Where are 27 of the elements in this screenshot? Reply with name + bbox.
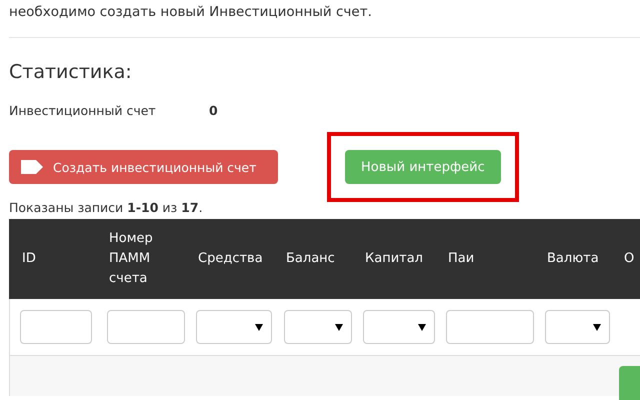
- column-header: Баланс: [286, 251, 335, 266]
- filter-input[interactable]: [20, 310, 92, 344]
- filter-input[interactable]: [107, 310, 185, 344]
- caret-icon: [593, 324, 601, 331]
- records-summary: Показаны записи 1-10 из 17.: [9, 199, 204, 217]
- new-interface-button[interactable]: Новый интерфейс: [345, 150, 501, 184]
- caret-icon: [335, 324, 343, 331]
- column-header: Капитал: [365, 251, 423, 266]
- caret-icon: [418, 324, 426, 331]
- create-account-button[interactable]: Создать инвестиционный счет: [9, 150, 278, 184]
- column-header: Номер ПАММ счета: [109, 231, 153, 286]
- intro-text: необходимо создать новый Инвестиционный счет.: [9, 3, 373, 21]
- section-heading: Статистика:: [9, 60, 133, 84]
- column-header: Средства: [198, 251, 263, 266]
- filter-dropdown[interactable]: [284, 310, 352, 344]
- filter-dropdown[interactable]: [363, 310, 435, 344]
- tag-icon: [21, 160, 43, 174]
- column-header: Паи: [448, 251, 474, 266]
- stat-label: Инвестиционный счет: [9, 103, 157, 118]
- filter-dropdown[interactable]: [196, 310, 272, 344]
- column-header: О: [624, 251, 634, 266]
- column-header: ID: [22, 251, 36, 266]
- filter-dropdown[interactable]: [545, 310, 610, 344]
- stat-value: 0: [209, 103, 218, 118]
- column-header: Валюта: [547, 251, 599, 266]
- caret-icon: [255, 324, 263, 331]
- filter-input[interactable]: [446, 310, 534, 344]
